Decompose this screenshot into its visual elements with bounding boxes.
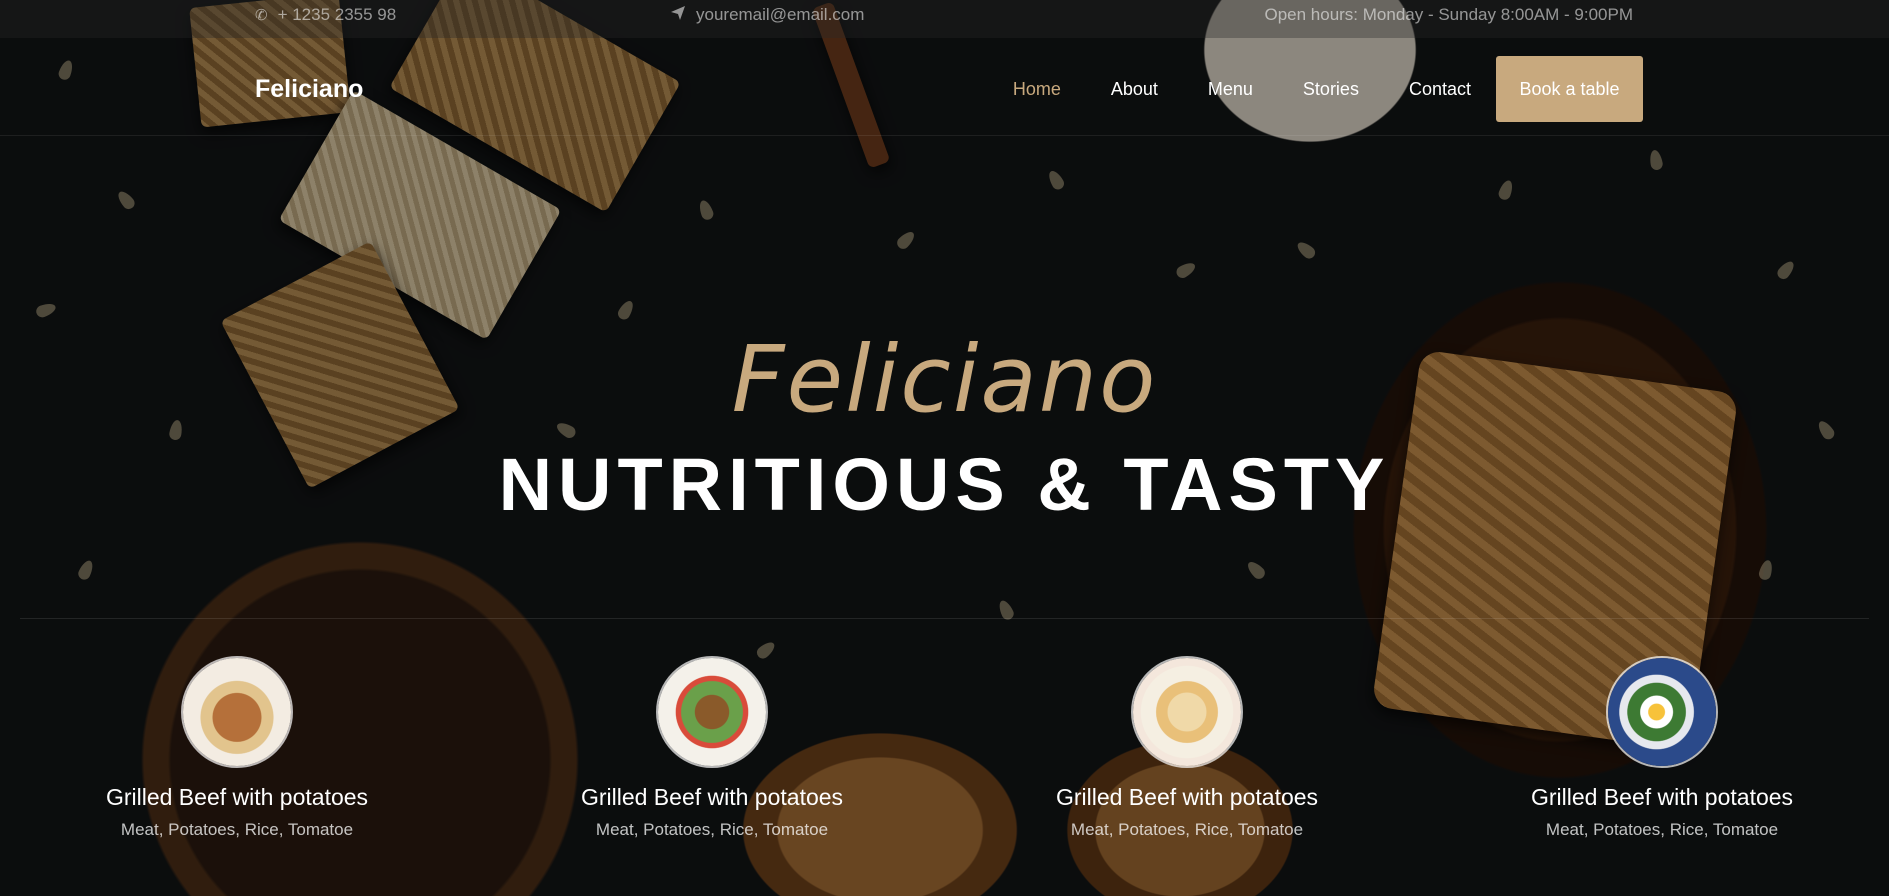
dish-name: Grilled Beef with potatoes [105,784,369,810]
nav-item-home[interactable]: Home [988,56,1086,122]
dish-card[interactable]: Grilled Beef with potatoes Meat, Potatoe… [1462,656,1862,840]
main-navbar: Feliciano Home About Menu Stories Contac… [0,38,1889,136]
dish-description: Meat, Potatoes, Rice, Tomatoe [120,820,354,839]
dish-image [181,656,293,768]
nav-item-contact[interactable]: Contact [1384,56,1496,122]
dish-card[interactable]: Grilled Beef with potatoes Meat, Potatoe… [512,656,912,840]
contact-phone[interactable]: ✆ + 1235 2355 98 [255,5,396,25]
nav-item-stories[interactable]: Stories [1278,56,1384,122]
nav-item-menu[interactable]: Menu [1183,56,1278,122]
open-hours-text: Open hours: Monday - Sunday 8:00AM - 9:0… [1264,5,1633,24]
email-address: youremail@email.com [696,5,865,24]
dish-card[interactable]: Grilled Beef with potatoes Meat, Potatoe… [987,656,1387,840]
dish-image [1606,656,1718,768]
phone-icon: ✆ [255,7,268,24]
hero-script-title: Feliciano [731,326,1158,433]
dish-card[interactable]: Grilled Beef with potatoes Meat, Potatoe… [37,656,437,840]
hero-divider [20,618,1869,619]
paper-plane-icon [670,5,686,25]
dish-name: Grilled Beef with potatoes [1530,784,1794,810]
hero-title: NUTRITIOUS & TASTY [498,443,1391,526]
brand-logo[interactable]: Feliciano [255,75,363,104]
open-hours: Open hours: Monday - Sunday 8:00AM - 9:0… [1264,5,1633,25]
dish-name: Grilled Beef with potatoes [1055,784,1319,810]
dish-image [1131,656,1243,768]
dish-description: Meat, Potatoes, Rice, Tomatoe [1070,820,1304,839]
nav-menu: Home About Menu Stories Contact Book a t… [988,56,1889,122]
dish-description: Meat, Potatoes, Rice, Tomatoe [1545,820,1779,839]
nav-item-about[interactable]: About [1086,56,1183,122]
top-info-bar: ✆ + 1235 2355 98 youremail@email.com Ope… [0,0,1889,38]
book-table-button[interactable]: Book a table [1496,56,1643,122]
dish-name: Grilled Beef with potatoes [580,784,844,810]
contact-email[interactable]: youremail@email.com [670,5,864,25]
phone-number: + 1235 2355 98 [277,5,397,24]
dish-description: Meat, Potatoes, Rice, Tomatoe [595,820,829,839]
dish-image [656,656,768,768]
